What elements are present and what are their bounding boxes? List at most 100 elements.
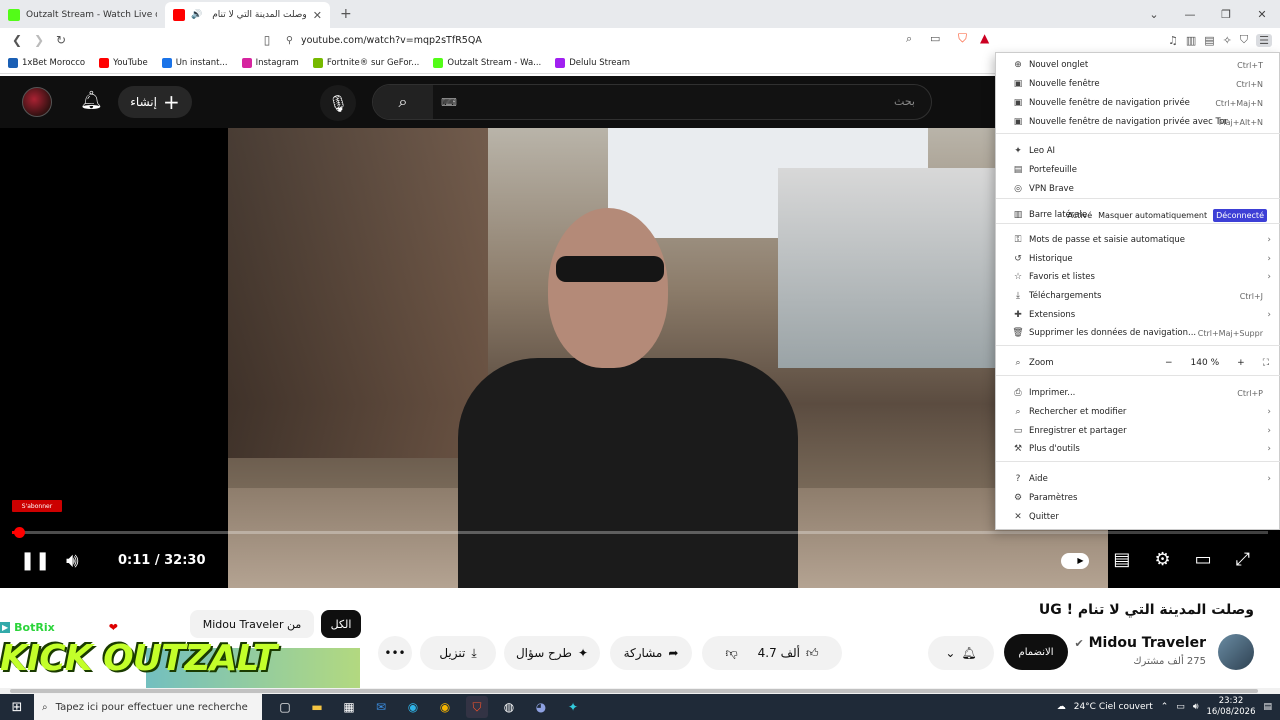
account-avatar[interactable] bbox=[22, 87, 52, 117]
cast-icon[interactable]: ▭ bbox=[930, 32, 940, 45]
menu-item[interactable]: ⚒ Plus d'outils › bbox=[996, 440, 1280, 458]
create-button[interactable]: إنشاء + bbox=[118, 86, 192, 118]
weather-text[interactable]: 24°C Ciel couvert bbox=[1074, 702, 1153, 712]
close-window-button[interactable]: ✕ bbox=[1244, 8, 1280, 21]
menu-item[interactable]: ☆ Favoris et listes › bbox=[996, 268, 1280, 286]
menu-item[interactable]: ⤓ Téléchargements Ctrl+J bbox=[996, 287, 1280, 305]
volume-tray-icon[interactable]: 🔊︎ bbox=[1193, 702, 1199, 712]
progress-scrubber[interactable] bbox=[14, 527, 26, 538]
pause-button[interactable]: ❚❚ bbox=[20, 550, 50, 571]
like-count[interactable]: 4.7 ألف bbox=[758, 646, 800, 660]
media-controls-icon[interactable]: ♫ bbox=[1168, 34, 1178, 47]
volume-icon[interactable]: 🔊︎ bbox=[66, 548, 79, 572]
audio-playing-icon[interactable]: 🔊 bbox=[191, 10, 202, 20]
network-icon[interactable]: ▭ bbox=[1176, 702, 1185, 712]
wallet-icon[interactable]: ▤ bbox=[1204, 34, 1214, 47]
menu-item[interactable]: ▭ Enregistrer et partager › bbox=[996, 422, 1280, 440]
menu-item[interactable]: ⌕ Zoom − 140 % + ⛶ bbox=[996, 354, 1280, 372]
voice-search-button[interactable]: 🎙︎ bbox=[320, 85, 356, 121]
menu-item[interactable]: ⎙ Imprimer... Ctrl+P bbox=[996, 384, 1280, 402]
tab-search-icon[interactable]: ⌄ bbox=[1136, 8, 1172, 21]
maximize-button[interactable]: ❐ bbox=[1208, 8, 1244, 21]
forward-button[interactable]: ❯ bbox=[28, 33, 50, 47]
menu-item[interactable]: ⚙ Paramètres bbox=[996, 489, 1280, 507]
menu-item[interactable]: ? Aide › bbox=[996, 470, 1280, 488]
app-icon[interactable]: ✦ bbox=[562, 696, 584, 718]
brave-rewards-icon[interactable]: ▲ bbox=[980, 31, 989, 45]
menu-item[interactable]: ▣ Nouvelle fenêtre Ctrl+N bbox=[996, 75, 1280, 93]
bookmark-item[interactable]: 1xBet Morocco bbox=[8, 57, 85, 68]
subscribe-watermark[interactable]: S'abonner bbox=[12, 500, 62, 512]
menu-item[interactable]: ▣ Nouvelle fenêtre de navigation privée a… bbox=[996, 113, 1280, 131]
bookmark-page-icon[interactable]: ▯ bbox=[256, 33, 278, 47]
notifications-bell-icon[interactable]: 🔔︎ bbox=[80, 90, 103, 111]
fullscreen-icon[interactable]: ⤢ bbox=[1236, 549, 1250, 570]
minimize-button[interactable]: — bbox=[1172, 8, 1208, 21]
zoom-out-button[interactable]: − bbox=[1165, 358, 1173, 368]
brave-icon[interactable]: ⛉ bbox=[466, 696, 488, 718]
sidebar-toggle-icon[interactable]: ▥ bbox=[1186, 34, 1196, 47]
discord-icon[interactable]: ◕ bbox=[530, 696, 552, 718]
download-button[interactable]: تنزيل ⤓ bbox=[420, 636, 496, 670]
bookmark-item[interactable]: Instagram bbox=[241, 57, 299, 68]
search-input[interactable]: بحث bbox=[894, 95, 915, 108]
menu-item[interactable]: ⚿ Mots de passe et saisie automatique › bbox=[996, 231, 1280, 249]
menu-icon[interactable]: ☰ bbox=[1256, 33, 1272, 47]
url-field[interactable]: ⚲ youtube.com/watch?v=mqp2sTfR5QA bbox=[280, 30, 996, 50]
chrome-icon[interactable]: ◉ bbox=[434, 696, 456, 718]
menu-item[interactable]: 🗑 Supprimer les données de navigation... C… bbox=[996, 324, 1280, 342]
scrollbar-thumb[interactable] bbox=[10, 689, 1258, 693]
vpn-icon[interactable]: ⛉ bbox=[1240, 33, 1248, 47]
settings-gear-icon[interactable]: ⚙ bbox=[1154, 549, 1170, 570]
more-actions-button[interactable]: ••• bbox=[378, 636, 412, 670]
menu-item[interactable]: ↺ Historique › bbox=[996, 250, 1280, 268]
notifications-icon[interactable]: ▤ bbox=[1263, 702, 1272, 712]
bookmark-item[interactable]: Un instant... bbox=[161, 57, 228, 68]
close-tab-icon[interactable]: ✕ bbox=[313, 9, 322, 22]
task-view-icon[interactable]: ▢ bbox=[274, 696, 296, 718]
theater-mode-icon[interactable]: ▭ bbox=[1195, 549, 1212, 570]
taskbar-search[interactable]: ⌕ Tapez ici pour effectuer une recherche bbox=[34, 694, 262, 720]
clock[interactable]: 23:32 16/08/2026 bbox=[1206, 696, 1255, 718]
browser-tab-kick[interactable]: Outzalt Stream - Watch Live on Kick bbox=[0, 2, 165, 28]
obs-icon[interactable]: ◍ bbox=[498, 696, 520, 718]
windows-start-icon[interactable]: ⊞ bbox=[0, 700, 34, 715]
file-explorer-icon[interactable]: ▬ bbox=[306, 696, 328, 718]
site-settings-icon[interactable]: ⚲ bbox=[286, 35, 293, 46]
outlook-icon[interactable]: ✉ bbox=[370, 696, 392, 718]
channel-name[interactable]: ✔ Midou Traveler bbox=[1075, 635, 1207, 651]
edge-icon[interactable]: ◉ bbox=[402, 696, 424, 718]
calculator-icon[interactable]: ▦ bbox=[338, 696, 360, 718]
sidebar-option[interactable]: Activé bbox=[1067, 211, 1092, 220]
zoom-indicator-icon[interactable]: ⌕ bbox=[906, 32, 912, 46]
menu-item[interactable]: ⊕ Nouvel onglet Ctrl+T bbox=[996, 56, 1280, 74]
share-button[interactable]: مشاركة ➦ bbox=[610, 636, 692, 670]
dislike-icon[interactable]: 👎︎ bbox=[725, 646, 737, 661]
bookmark-item[interactable]: YouTube bbox=[99, 57, 148, 68]
bookmark-item[interactable]: Delulu Stream bbox=[555, 57, 630, 68]
menu-item[interactable]: ✦ Leo AI bbox=[996, 142, 1280, 160]
sidebar-option[interactable]: Masquer automatiquement bbox=[1098, 211, 1207, 220]
brave-shields-icon[interactable]: ⛉ bbox=[958, 31, 967, 46]
zoom-in-button[interactable]: + bbox=[1237, 358, 1245, 368]
back-button[interactable]: ❮ bbox=[6, 33, 28, 47]
search-button[interactable]: ⌕ bbox=[373, 85, 433, 119]
menu-item[interactable]: ▤ Portefeuille bbox=[996, 161, 1280, 179]
leo-icon[interactable]: ✧ bbox=[1223, 34, 1232, 47]
menu-item[interactable]: ✚ Extensions › bbox=[996, 306, 1280, 324]
menu-item[interactable]: ▥ Barre latérale Activé Masquer automatique… bbox=[996, 206, 1280, 224]
join-button[interactable]: الانضمام bbox=[1004, 634, 1068, 670]
reload-button[interactable]: ↻ bbox=[50, 33, 72, 47]
bookmark-item[interactable]: Fortnite® sur GeFor... bbox=[312, 57, 419, 68]
keyboard-icon[interactable]: ⌨ bbox=[441, 96, 457, 109]
browser-tab-youtube[interactable]: 🔊 وصلت المدينة التي لا تنام ! Ug... ✕ bbox=[165, 2, 330, 28]
like-icon[interactable]: 👍︎ bbox=[806, 646, 819, 661]
fullscreen-menu-icon[interactable]: ⛶ bbox=[1263, 358, 1269, 368]
menu-item[interactable]: ▣ Nouvelle fenêtre de navigation privée Ct… bbox=[996, 94, 1280, 112]
ask-button[interactable]: طرح سؤال ✦ bbox=[504, 636, 600, 670]
sidebar-option[interactable]: Déconnecté bbox=[1213, 208, 1267, 222]
progress-bar[interactable] bbox=[12, 527, 1268, 538]
subtitles-icon[interactable]: ▤ bbox=[1113, 549, 1130, 570]
menu-item[interactable]: ◎ VPN Brave bbox=[996, 180, 1280, 198]
new-tab-button[interactable]: + bbox=[330, 6, 362, 28]
